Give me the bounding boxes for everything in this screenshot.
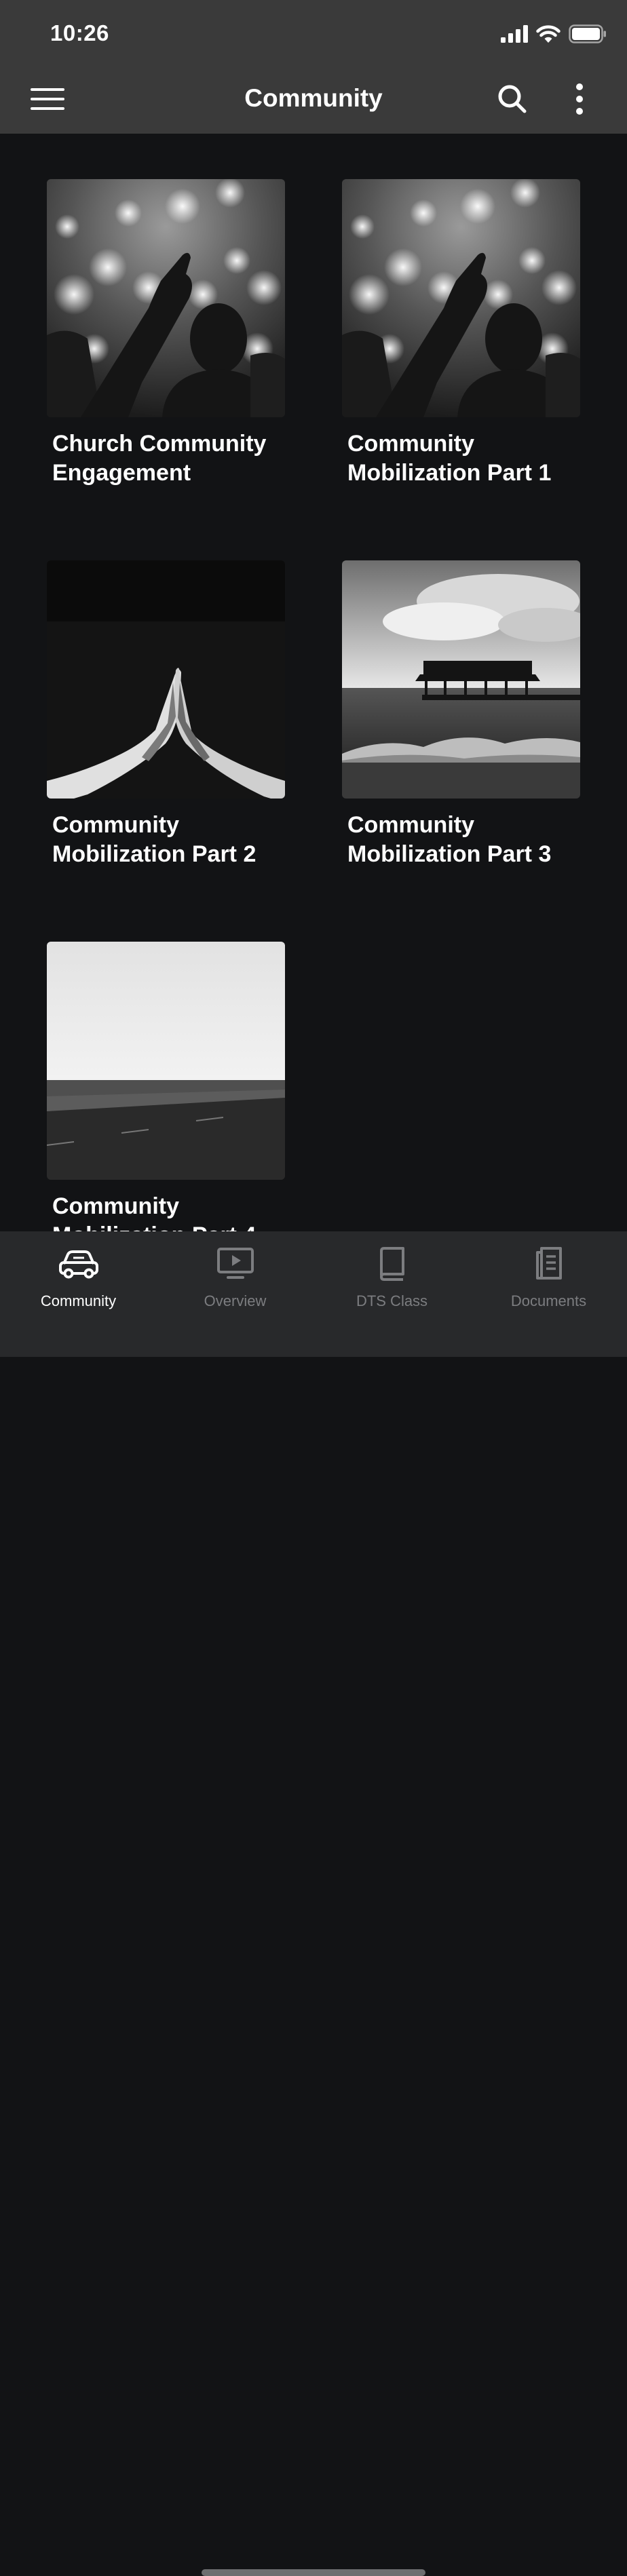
content-card[interactable]: Community Mobilization Part 1 [342, 179, 580, 488]
tab-label: Community [40, 1292, 117, 1309]
tab-bar: Community Overview DTS Class Documents [0, 1231, 627, 2576]
document-icon [470, 1245, 627, 1283]
card-title: Community Mobilization Part 4 [52, 1193, 256, 1231]
tab-label: Overview [204, 1292, 267, 1309]
tab-community[interactable]: Community [0, 1245, 157, 1310]
car-icon [0, 1245, 157, 1283]
book-icon [314, 1245, 470, 1283]
content-card[interactable]: Community Mobilization Part 2 [47, 560, 285, 869]
card-title: Community Mobilization Part 2 [52, 812, 256, 867]
tab-label: DTS Class [356, 1292, 428, 1309]
page-title: Community [244, 84, 383, 112]
content-grid: Church Community Engagement Community Mo… [0, 134, 627, 1231]
worship-crowd-photo [342, 179, 580, 417]
search-button[interactable] [492, 80, 533, 121]
content-card[interactable]: Church Community Engagement [47, 179, 285, 488]
app-header: 10:26 Community [0, 0, 627, 134]
status-time: 10:26 [50, 20, 109, 45]
tab-label: Documents [510, 1292, 587, 1309]
card-title: Church Community Engagement [52, 431, 267, 486]
status-icons [501, 24, 607, 46]
wifi-icon [536, 24, 560, 47]
pier-ocean-photo [342, 560, 580, 799]
content-card[interactable]: Community Mobilization Part 3 [342, 560, 580, 869]
praying-hands-photo [47, 560, 285, 799]
search-icon [497, 84, 527, 117]
card-title: Community Mobilization Part 1 [347, 431, 552, 486]
more-options-button[interactable] [559, 80, 600, 121]
nav-bar: Community [0, 75, 627, 128]
battery-icon [569, 24, 607, 47]
home-indicator[interactable] [202, 2569, 425, 2576]
tab-dts-class[interactable]: DTS Class [314, 1245, 470, 1310]
worship-crowd-photo [47, 179, 285, 417]
coastal-road-photo [47, 942, 285, 1180]
content-card[interactable]: Community Mobilization Part 4 [47, 942, 285, 1231]
tab-documents[interactable]: Documents [470, 1245, 627, 1310]
card-title: Community Mobilization Part 3 [347, 812, 552, 867]
more-vertical-icon [575, 83, 584, 119]
tab-overview[interactable]: Overview [157, 1245, 314, 1310]
cellular-signal-icon [501, 24, 528, 46]
video-play-icon [157, 1245, 314, 1283]
